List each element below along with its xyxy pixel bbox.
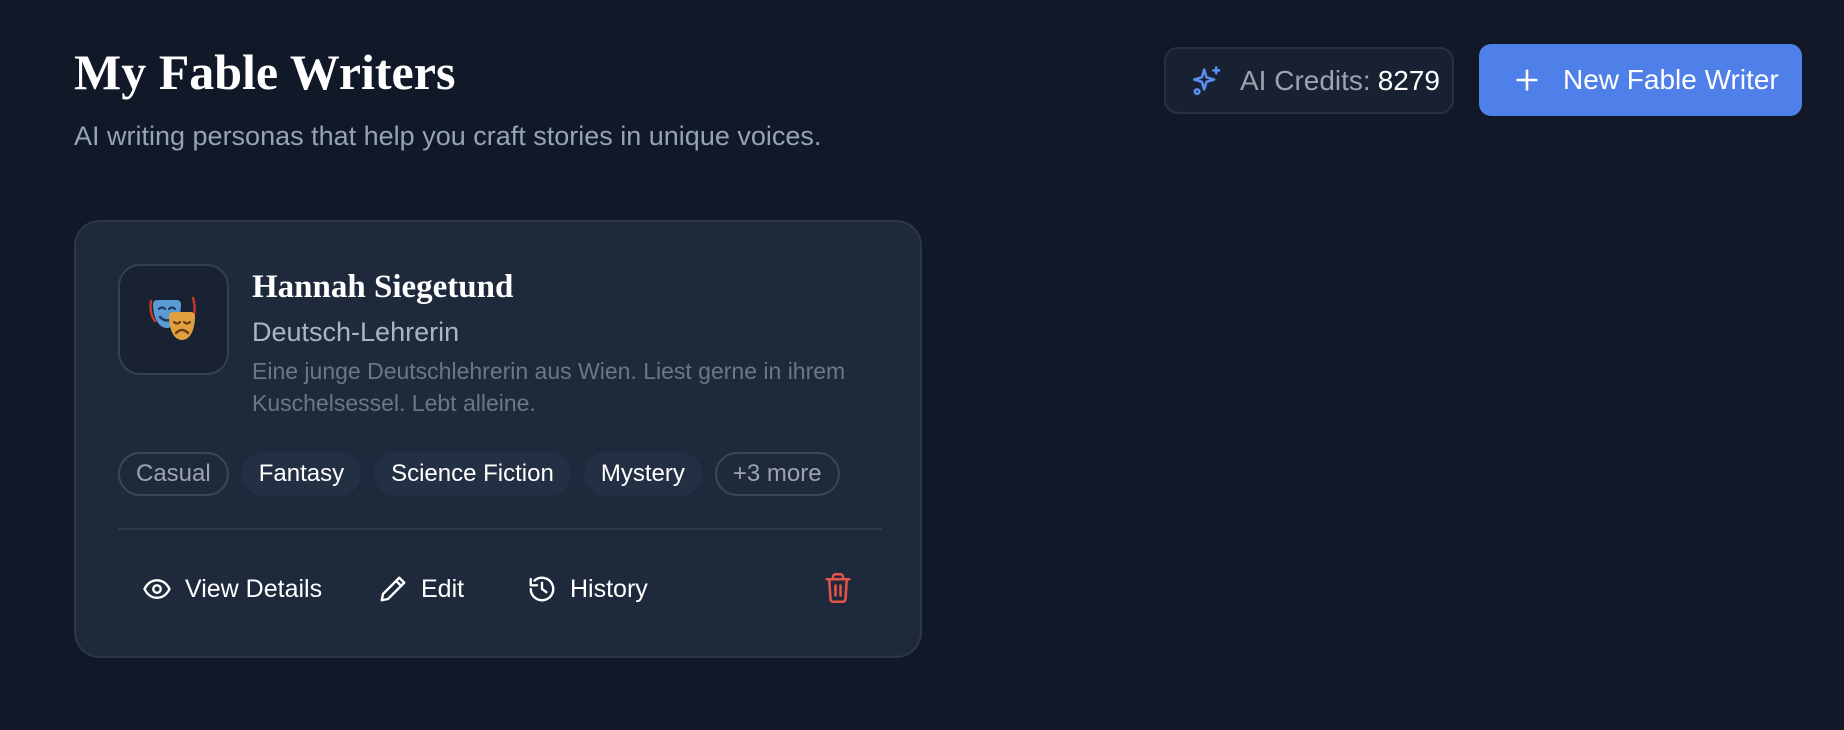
page: My Fable Writers AI writing personas tha… xyxy=(0,0,1844,730)
edit-label: Edit xyxy=(421,574,465,603)
card-divider xyxy=(118,528,882,530)
persona-avatar xyxy=(118,264,229,375)
credits-label: AI Credits: xyxy=(1240,64,1371,96)
tag-list: Casual Fantasy Science Fiction Mystery +… xyxy=(118,452,840,496)
view-details-label: View Details xyxy=(185,574,323,603)
tag-science-fiction: Science Fiction xyxy=(374,452,571,496)
theater-masks-icon xyxy=(148,296,196,340)
plus-icon xyxy=(1516,69,1538,91)
persona-description: Eine junge Deutschlehrerin aus Wien. Lie… xyxy=(252,358,846,416)
history-icon xyxy=(529,576,555,602)
edit-button[interactable]: Edit xyxy=(378,564,464,614)
tag-mystery: Mystery xyxy=(583,452,702,496)
tag-casual: Casual xyxy=(118,452,229,496)
tag-fantasy: Fantasy xyxy=(241,452,362,496)
more-tags-badge[interactable]: +3 more xyxy=(714,452,840,496)
ai-credits-badge: AI Credits: 8279 xyxy=(1164,47,1454,114)
eye-icon xyxy=(143,579,171,599)
history-button[interactable]: History xyxy=(527,564,648,614)
sparkles-icon xyxy=(1192,65,1221,95)
delete-button[interactable] xyxy=(821,568,855,608)
new-fable-writer-label: New Fable Writer xyxy=(1563,64,1779,95)
history-label: History xyxy=(570,574,648,603)
pencil-icon xyxy=(380,576,406,602)
persona-name: Hannah Siegetund xyxy=(252,269,514,305)
page-subtitle: AI writing personas that help you craft … xyxy=(74,121,822,151)
persona-role: Deutsch-Lehrerin xyxy=(252,317,460,347)
trash-icon xyxy=(825,573,851,603)
page-title: My Fable Writers xyxy=(74,44,456,100)
fable-writer-card: Hannah Siegetund Deutsch-Lehrerin Eine j… xyxy=(74,220,922,658)
credits-value: 8279 xyxy=(1377,64,1440,96)
new-fable-writer-button[interactable]: New Fable Writer xyxy=(1479,44,1802,116)
view-details-button[interactable]: View Details xyxy=(142,564,322,614)
